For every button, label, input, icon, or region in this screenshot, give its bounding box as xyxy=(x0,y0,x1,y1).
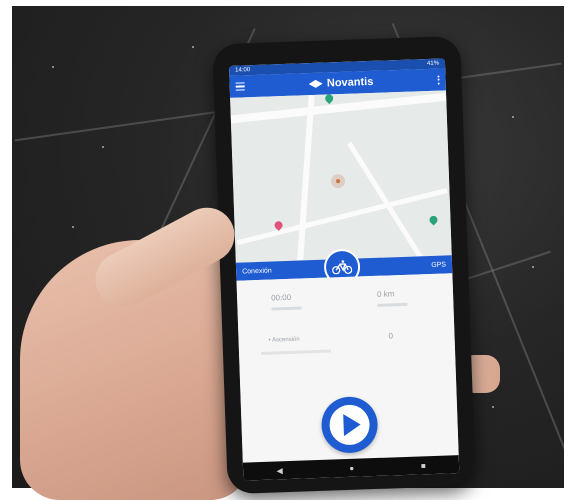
back-icon[interactable]: ◀ xyxy=(276,466,282,475)
ascent-label: • Ascensión xyxy=(268,336,300,344)
bicycle-icon xyxy=(332,260,353,275)
smartphone: 14:00 41% Novantis Conexión GPS 00:00 0 … xyxy=(212,35,476,495)
map-road xyxy=(347,141,426,263)
map-view[interactable] xyxy=(230,90,452,263)
status-battery: 41% xyxy=(426,60,440,67)
ride-stats-panel: 00:00 0 km • Ascensión 0 xyxy=(236,273,459,471)
play-icon xyxy=(328,404,371,446)
ascent-value: 0 xyxy=(388,331,394,341)
map-marker-icon[interactable] xyxy=(323,92,335,105)
start-ride-button[interactable] xyxy=(320,395,379,454)
brand-mark-icon xyxy=(308,79,323,88)
time-value: 00:00 xyxy=(270,292,292,303)
gps-label[interactable]: GPS xyxy=(431,261,446,269)
phone-screen: 14:00 41% Novantis Conexión GPS 00:00 0 … xyxy=(228,58,460,481)
map-road xyxy=(297,95,315,261)
brand-name: Novantis xyxy=(326,75,374,90)
current-location-icon xyxy=(330,173,346,189)
distance-label xyxy=(377,302,408,307)
map-road xyxy=(230,92,447,124)
kebab-icon[interactable] xyxy=(437,74,440,86)
map-marker-icon[interactable] xyxy=(427,214,440,226)
brand-logo: Novantis xyxy=(308,75,374,90)
status-time: 14:00 xyxy=(235,67,251,74)
map-road xyxy=(236,187,448,246)
time-label xyxy=(271,306,302,311)
home-icon[interactable]: ● xyxy=(349,463,354,472)
recents-icon[interactable]: ■ xyxy=(421,461,426,470)
hamburger-icon[interactable] xyxy=(235,80,245,93)
distance-value: 0 km xyxy=(376,289,395,299)
connection-label[interactable]: Conexión xyxy=(242,267,272,275)
stat-caption xyxy=(260,349,332,355)
